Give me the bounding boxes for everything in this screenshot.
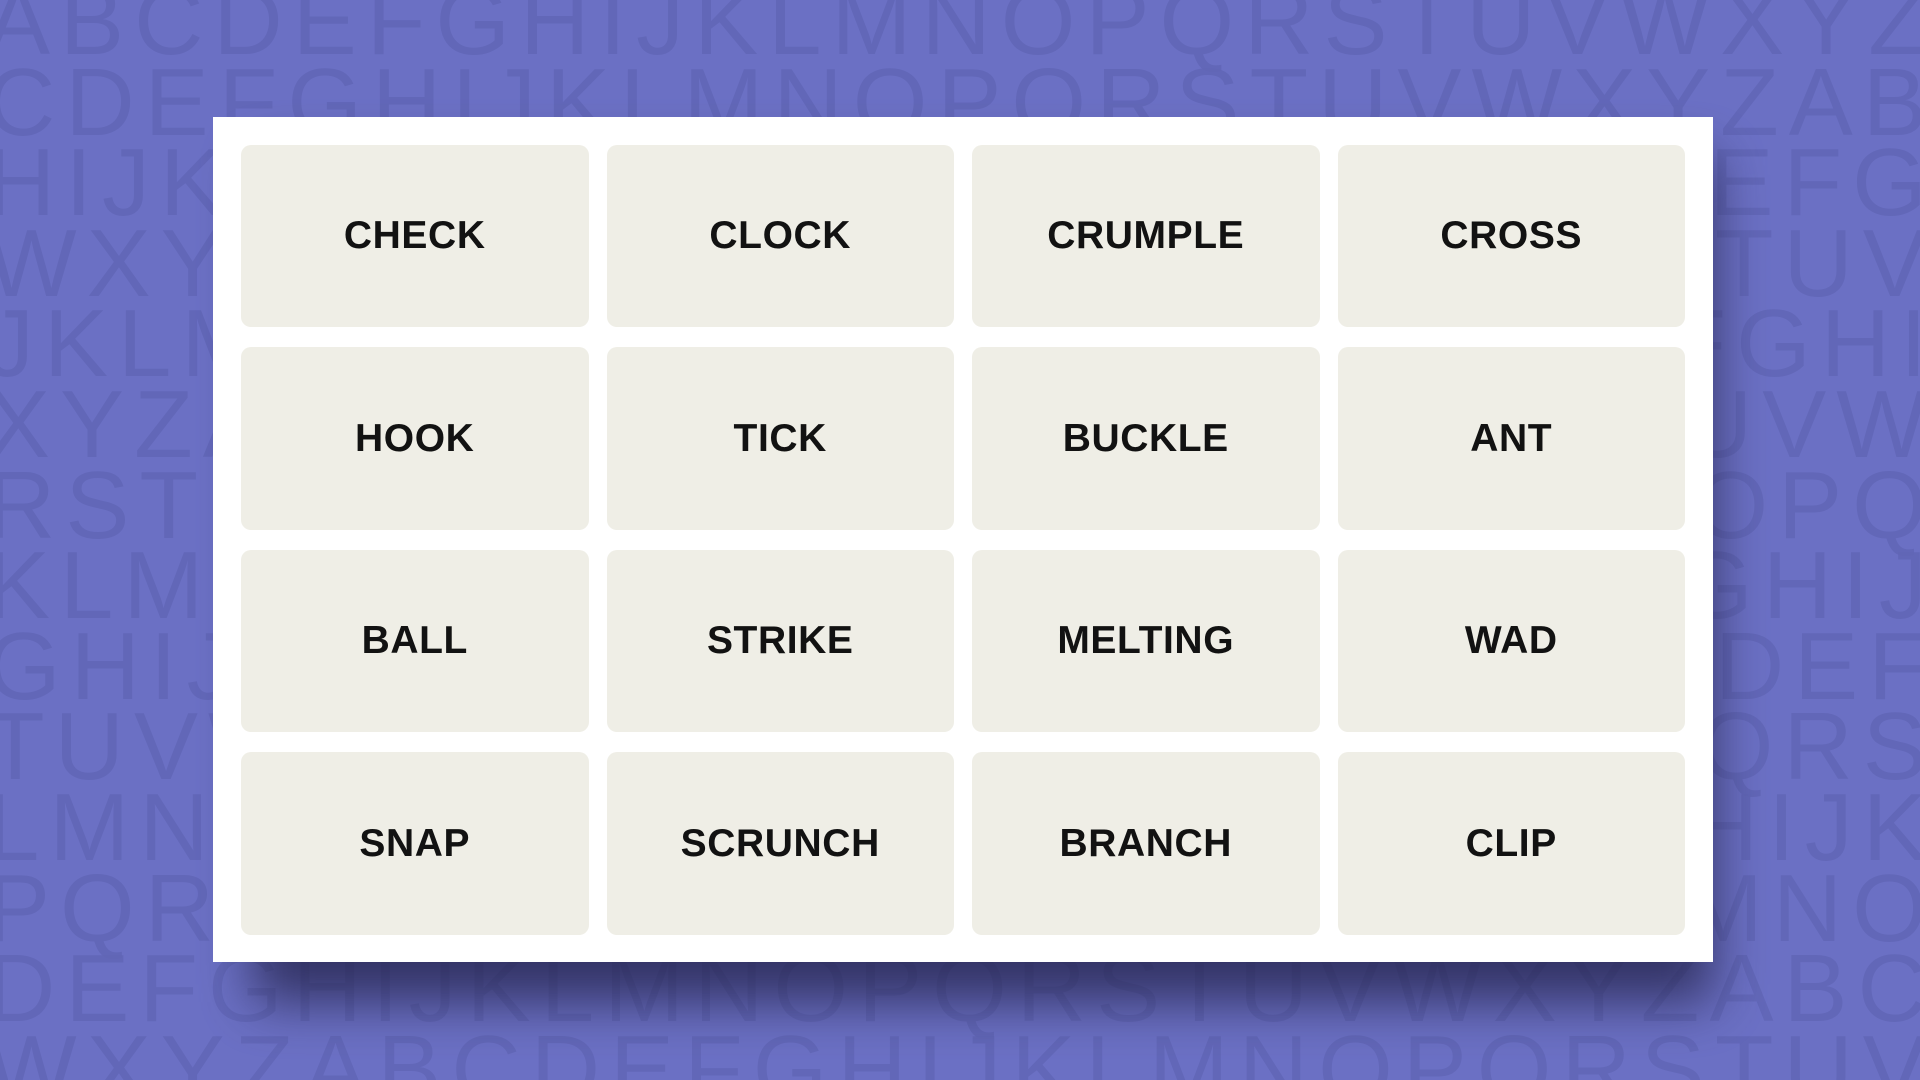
word-tile-label: CLIP — [1465, 821, 1557, 865]
word-tile[interactable]: STRIKE — [606, 549, 954, 732]
word-tile-label: CROSS — [1440, 214, 1583, 258]
word-tile[interactable]: WAD — [1337, 549, 1685, 732]
word-tile-label: CLOCK — [709, 214, 852, 258]
word-tile[interactable]: CRUMPLE — [972, 144, 1320, 327]
word-tile-label: SNAP — [359, 821, 471, 865]
word-tile-label: CRUMPLE — [1047, 214, 1245, 258]
word-tile-label: HOOK — [355, 416, 475, 460]
word-tile[interactable]: BRANCH — [972, 752, 1320, 935]
word-tile[interactable]: MELTING — [972, 549, 1320, 732]
word-tile[interactable]: CROSS — [1337, 144, 1685, 327]
word-tile[interactable]: HOOK — [241, 347, 589, 530]
wallpaper-letter-row: WXYZABCDEFGHIJKLMNOPQRSTUVWXYZABCDE — [0, 1015, 1920, 1080]
word-tile-grid: CHECK CLOCK CRUMPLE CROSS HOOK TICK BUCKLE ANT B… — [241, 144, 1685, 935]
word-tile[interactable]: TICK — [606, 347, 954, 530]
word-tile[interactable]: BALL — [241, 549, 589, 732]
word-tile[interactable]: ANT — [1337, 347, 1685, 530]
word-tile-label: TICK — [733, 416, 827, 460]
word-tile-label: BRANCH — [1059, 821, 1233, 865]
word-tile-label: BALL — [361, 619, 468, 663]
word-tile[interactable]: SCRUNCH — [606, 752, 954, 935]
word-tile[interactable]: CHECK — [241, 144, 589, 327]
wallpaper-letter-row: ABCDEFGHIJKLMNOPQRSTUVWXYZABCDEFGHI — [0, 0, 1920, 75]
word-tile-label: ANT — [1470, 416, 1553, 460]
word-tile-label: STRIKE — [706, 619, 854, 663]
word-tile-label: CHECK — [343, 214, 486, 258]
word-tile[interactable]: CLIP — [1337, 752, 1685, 935]
word-tile[interactable]: BUCKLE — [972, 347, 1320, 530]
game-board: CHECK CLOCK CRUMPLE CROSS HOOK TICK BUCKLE ANT B… — [213, 117, 1713, 962]
word-tile-label: SCRUNCH — [680, 821, 880, 865]
word-tile[interactable]: SNAP — [241, 752, 589, 935]
word-tile-label: BUCKLE — [1062, 416, 1229, 460]
word-tile-label: WAD — [1464, 619, 1558, 663]
word-tile-label: MELTING — [1057, 619, 1235, 663]
word-tile[interactable]: CLOCK — [606, 144, 954, 327]
